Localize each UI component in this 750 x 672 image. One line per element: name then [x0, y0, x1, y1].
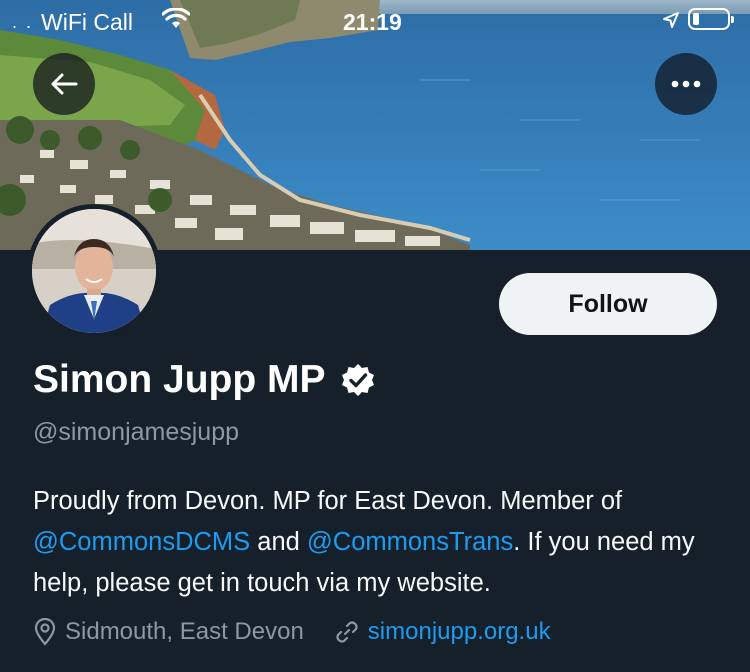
name-row: Simon Jupp MP [33, 358, 376, 402]
mention-link-commonstrans[interactable]: @CommonsTrans [307, 528, 513, 556]
website-item[interactable]: simonjupp.org.uk [334, 618, 551, 646]
wifi-icon [162, 8, 190, 28]
profile-handle: @simonjamesjupp [33, 418, 240, 446]
battery-level [693, 13, 699, 25]
battery-cap [731, 16, 734, 23]
website-link[interactable]: simonjupp.org.uk [368, 618, 551, 646]
profile-screen: . . WiFi Call 21:19 Follow Simon Jupp MP… [0, 0, 750, 672]
profile-bio: Proudly from Devon. MP for East Devon. M… [33, 481, 733, 604]
mention-link-commonsdcms[interactable]: @CommonsDCMS [33, 528, 250, 556]
carrier-text: WiFi Call [41, 9, 134, 35]
clock: 21:19 [343, 9, 402, 35]
avatar-photo [32, 209, 156, 333]
avatar[interactable] [27, 204, 161, 338]
more-options-button[interactable] [655, 53, 717, 115]
arrow-left-icon [51, 73, 78, 95]
verified-badge-icon[interactable] [340, 362, 376, 398]
carrier-label: . . WiFi Call [12, 9, 133, 36]
profile-name: Simon Jupp MP [33, 358, 326, 401]
link-icon [336, 621, 358, 643]
battery-icon [688, 8, 734, 30]
bio-text: Proudly from Devon. MP for East Devon. M… [33, 487, 623, 515]
more-horizontal-icon [671, 80, 701, 88]
avatar-portrait [32, 209, 156, 333]
location-arrow-icon [663, 12, 679, 28]
profile-meta: Sidmouth, East Devon simonjupp.org.uk [33, 618, 551, 646]
follow-button[interactable]: Follow [499, 273, 717, 335]
location-text: Sidmouth, East Devon [65, 618, 304, 645]
back-button[interactable] [33, 53, 95, 115]
bio-text: and [250, 528, 307, 556]
signal-dots-icon: . . [12, 12, 34, 32]
location-item: Sidmouth, East Devon [33, 618, 304, 646]
status-bar: . . WiFi Call 21:19 [0, 0, 750, 42]
map-pin-icon [34, 618, 56, 646]
